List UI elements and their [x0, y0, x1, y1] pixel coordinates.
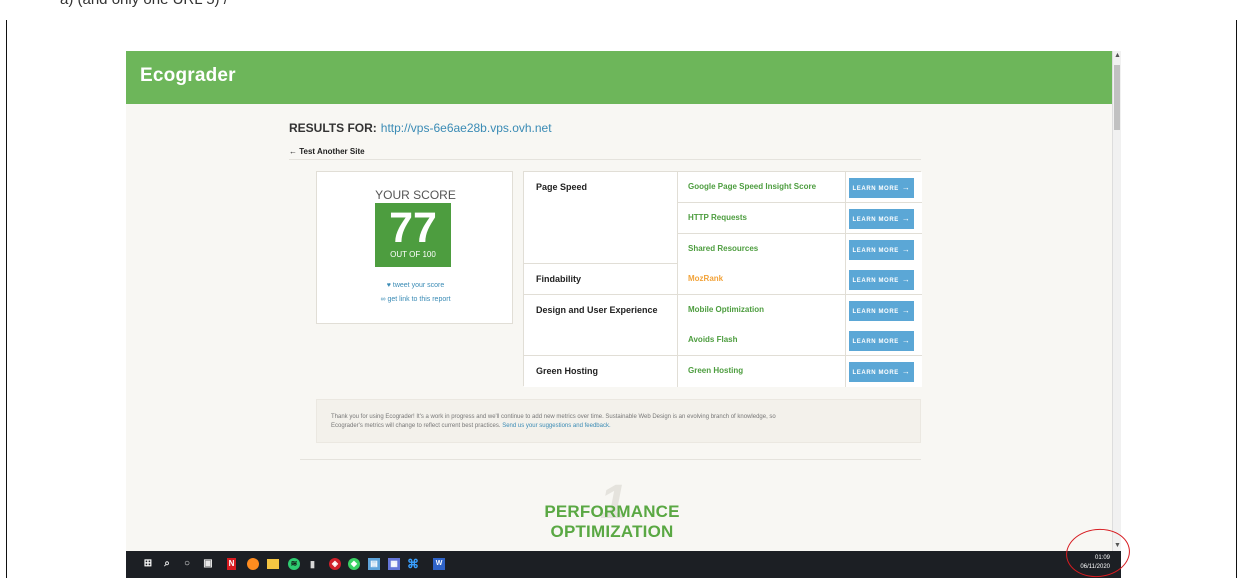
learn-more-mobile-optimization-button[interactable]: LEARN MORE → [849, 301, 914, 321]
twitter-icon: ♥ [386, 282, 391, 289]
firefox-icon[interactable] [247, 558, 259, 570]
learn-more-mozrank-button[interactable]: LEARN MORE → [849, 270, 914, 290]
metric-action-mobile-optimization: LEARN MORE → [846, 295, 922, 326]
spotify-icon[interactable]: ≋ [288, 558, 300, 570]
netflix-icon[interactable]: N [227, 558, 236, 570]
word-icon[interactable]: W [433, 558, 445, 570]
performance-optimization-heading: PERFORMANCE OPTIMIZATION [544, 502, 680, 541]
learn-more-shared-resources-button[interactable]: LEARN MORE → [849, 240, 914, 260]
teams-icon[interactable]: ▦ [388, 558, 400, 570]
learn-more-green-hosting-button[interactable]: LEARN MORE → [849, 362, 914, 382]
document-left-border [6, 20, 7, 578]
learn-more-avoids-flash-button[interactable]: LEARN MORE → [849, 331, 914, 351]
category-design-user-experience: Design and User Experience [524, 295, 678, 356]
scroll-down-arrow-icon[interactable]: ▼ [1113, 541, 1121, 551]
cortana-icon[interactable]: ○ [181, 558, 193, 570]
metric-action-http-requests: LEARN MORE → [846, 203, 922, 234]
metric-action-avoids-flash: LEARN MORE → [846, 325, 922, 356]
file-explorer-icon[interactable] [267, 559, 279, 569]
office-icon[interactable]: ◈ [329, 558, 341, 570]
ecograder-logo[interactable]: Ecograder [140, 65, 236, 87]
metric-shared-resources: Shared Resources [678, 234, 846, 265]
metric-mobile-optimization: Mobile Optimization [678, 295, 846, 326]
document-top-fragment: a) (and only one URL 5) / [0, 0, 1245, 20]
category-green-hosting: Green Hosting [524, 356, 678, 387]
arrow-right-icon: → [901, 336, 911, 345]
score-out-of: OUT OF 100 [390, 250, 436, 259]
score-badge: 77 OUT OF 100 [375, 203, 451, 267]
results-url-link[interactable]: http://vps-6e6ae28b.vps.ovh.net [381, 121, 552, 135]
photos-icon[interactable]: ▤ [368, 558, 380, 570]
feedback-link[interactable]: Send us your suggestions and feedback. [502, 423, 610, 429]
section-divider [300, 459, 921, 460]
results-divider [289, 159, 921, 160]
scroll-thumb[interactable] [1114, 65, 1120, 130]
vertical-scrollbar[interactable]: ▲ ▼ [1112, 51, 1121, 551]
learn-more-http-requests-button[interactable]: LEARN MORE → [849, 209, 914, 229]
learn-more-google-page-speed-button[interactable]: LEARN MORE → [849, 178, 914, 198]
task-view-icon[interactable]: ▣ [202, 558, 214, 570]
report-link[interactable]: ∞ get link to this report [317, 296, 514, 303]
metric-action-google-page-speed: LEARN MORE → [846, 172, 922, 203]
metrics-table: Page Speed Findability Design and User E… [523, 171, 922, 387]
arrow-right-icon: → [901, 275, 911, 284]
arrow-right-icon: → [901, 306, 911, 315]
scroll-up-arrow-icon[interactable]: ▲ [1113, 51, 1121, 61]
search-icon[interactable]: ⌕ [161, 558, 173, 570]
clock-date: 06/11/2020 [1080, 564, 1110, 570]
vscode-icon[interactable]: ⌘ [407, 558, 419, 570]
results-for-line: RESULTS FOR: http://vps-6e6ae28b.vps.ovh.… [289, 121, 552, 135]
metric-http-requests: HTTP Requests [678, 203, 846, 234]
arrow-right-icon: → [901, 367, 911, 376]
metric-action-shared-resources: LEARN MORE → [846, 234, 922, 265]
taskbar-clock[interactable]: 01:09 06/11/2020 [1070, 554, 1110, 572]
category-findability: Findability [524, 264, 678, 295]
arrow-right-icon: → [901, 245, 911, 254]
clock-time: 01:09 [1094, 555, 1110, 561]
arrow-right-icon: → [901, 214, 911, 223]
test-another-site-link[interactable]: ← Test Another Site [289, 147, 365, 156]
score-title: YOUR SCORE [375, 188, 456, 202]
score-value: 77 [389, 204, 437, 252]
green-app-icon[interactable]: ◆ [348, 558, 360, 570]
browser-viewport: Ecograder ▲ ▼ RESULTS FOR: http://vps-6e6… [126, 51, 1121, 551]
link-icon: ∞ [380, 296, 386, 303]
metric-green-hosting: Green Hosting [678, 356, 846, 387]
document-right-border [1236, 20, 1237, 578]
windows-taskbar: ⊞ ⌕ ○ ▣ N ≋ ▮ ◈ ◆ ▤ ▦ ⌘ W 01:09 06/11/20… [126, 551, 1121, 578]
deezer-icon[interactable]: ▮ [308, 558, 317, 570]
metric-action-mozrank: LEARN MORE → [846, 264, 922, 295]
site-header: Ecograder [126, 51, 1112, 104]
metric-google-page-speed: Google Page Speed Insight Score [678, 172, 846, 203]
feedback-note: Thank you for using Ecograder! It's a wo… [316, 399, 921, 443]
category-page-speed: Page Speed [524, 172, 678, 264]
results-for-label: RESULTS FOR: [289, 121, 377, 135]
score-card: YOUR SCORE 77 OUT OF 100 ♥ tweet your sco… [316, 171, 513, 324]
metric-avoids-flash: Avoids Flash [678, 325, 846, 356]
metric-action-green-hosting: LEARN MORE → [846, 356, 922, 387]
windows-icon[interactable]: ⊞ [142, 558, 154, 570]
tweet-score-link[interactable]: ♥ tweet your score [317, 282, 514, 289]
metric-mozrank: MozRank [678, 264, 846, 295]
arrow-right-icon: → [901, 183, 911, 192]
